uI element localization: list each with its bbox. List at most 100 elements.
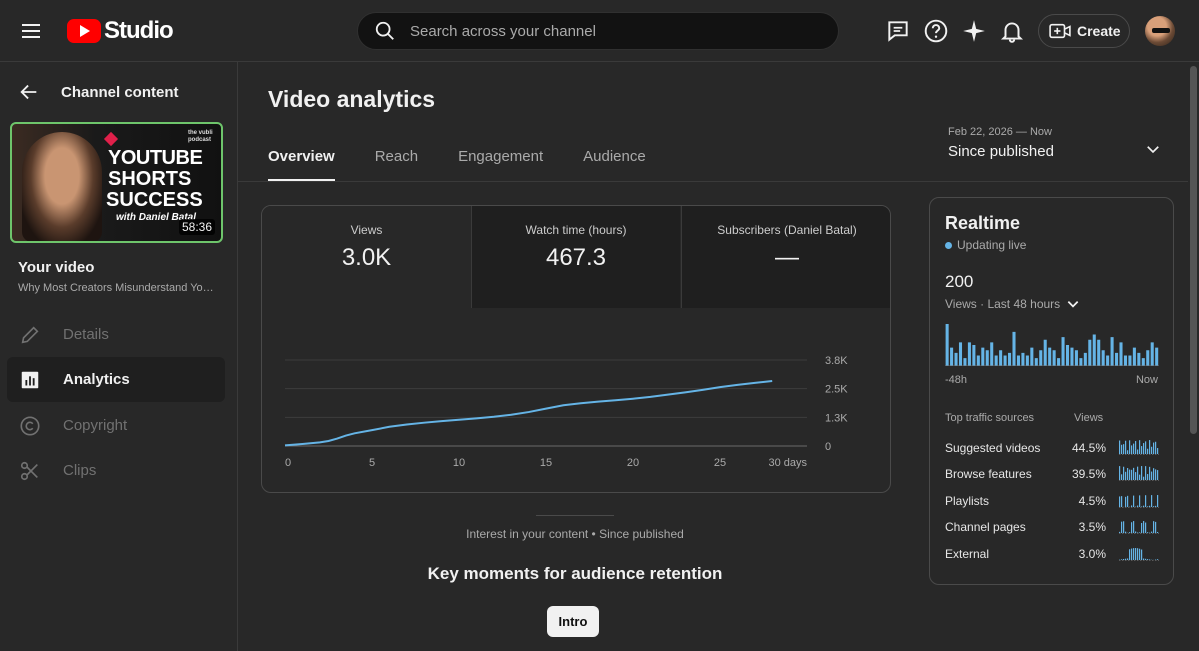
sparkline-bar [1123, 466, 1125, 480]
sparkline-bar [1141, 522, 1143, 533]
main-content: Video analytics Overview Reach Engagemen… [238, 62, 1188, 651]
sparkline-bar [1157, 448, 1159, 454]
create-button[interactable]: Create [1038, 14, 1130, 48]
traffic-source-name: Playlists [945, 494, 990, 508]
chevron-down-icon [1147, 146, 1159, 154]
sparkline-bar [1153, 442, 1155, 454]
realtime-axis-end: Now [1135, 374, 1158, 386]
traffic-sparkline [1119, 548, 1159, 561]
sidebar-item-clips[interactable]: Clips [7, 448, 225, 493]
sparkline-bar [1141, 549, 1143, 560]
sparkline-bar [1121, 444, 1123, 454]
y-tick-label: 2.5K [825, 384, 848, 396]
sparkline-bar [1141, 506, 1143, 507]
realtime-bar-chart [945, 324, 1159, 366]
search-bar[interactable] [357, 12, 839, 50]
date-range-text: Feb 22, 2026 — Now [948, 126, 1052, 138]
traffic-source-row[interactable]: Suggested videos 44.5% [945, 437, 1159, 459]
sidebar-item-analytics[interactable]: Analytics [7, 357, 225, 402]
tab-reach[interactable]: Reach [375, 148, 418, 181]
realtime-bar [1115, 352, 1119, 366]
realtime-bar [1048, 347, 1052, 366]
sparkline-bar [1145, 495, 1147, 507]
sparkline-bar [1157, 559, 1159, 560]
sidebar-item-details[interactable]: Details [7, 312, 225, 357]
sparkline-bar [1147, 448, 1149, 454]
realtime-bar [1110, 337, 1114, 366]
metric-value: 3.0K [341, 244, 392, 271]
tab-audience[interactable]: Audience [583, 148, 646, 181]
video-thumbnail[interactable]: the vubli podcast YOUTUBE SHORTS SUCCESS… [10, 122, 223, 243]
x-tick-label: 20 [627, 457, 639, 469]
sparkline-bar [1151, 471, 1153, 480]
realtime-status: Updating live [945, 238, 1026, 252]
sparkle-icon[interactable] [961, 18, 987, 44]
menu-icon[interactable] [19, 19, 43, 43]
sidebar-item-copyright[interactable]: Copyright [7, 403, 225, 448]
date-range-picker[interactable]: Feb 22, 2026 — Now Since published [948, 126, 1170, 170]
metric-views[interactable]: Views 3.0K [262, 206, 471, 308]
interest-divider [536, 515, 614, 516]
metric-watch-time[interactable]: Watch time (hours) 467.3 [471, 206, 680, 308]
back-to-channel-content[interactable]: Channel content [0, 74, 238, 110]
sparkline-bar [1145, 558, 1147, 560]
y-tick-label: 1.3K [825, 412, 848, 424]
analytics-tabs: Overview Reach Engagement Audience [268, 148, 686, 181]
realtime-bar [950, 347, 954, 366]
traffic-source-row[interactable]: External 3.0% [945, 543, 1159, 565]
studio-logo[interactable]: Studio [67, 16, 174, 46]
sparkline-bar [1147, 559, 1149, 560]
scissors-icon [20, 461, 38, 480]
help-icon[interactable] [923, 18, 949, 44]
sparkline-bar [1143, 443, 1145, 454]
video-duration: 58:36 [178, 219, 215, 235]
sparkline-bar [1123, 444, 1125, 454]
sparkline-bar [1127, 450, 1129, 454]
realtime-bar [972, 345, 976, 366]
avatar[interactable] [1145, 16, 1175, 46]
traffic-source-percent: 3.0% [1078, 547, 1106, 561]
realtime-bar [1030, 347, 1034, 366]
traffic-source-row[interactable]: Browse features 39.5% [945, 463, 1159, 485]
sparkline-bar [1147, 506, 1149, 507]
realtime-bar [994, 355, 998, 366]
realtime-bar [1123, 355, 1127, 366]
tab-overview[interactable]: Overview [268, 148, 335, 181]
sparkline-bar [1133, 443, 1135, 454]
realtime-bar [1083, 352, 1087, 366]
realtime-bar [1061, 337, 1065, 366]
traffic-source-row[interactable]: Channel pages 3.5% [945, 516, 1159, 538]
traffic-source-percent: 39.5% [1071, 467, 1106, 481]
tab-engagement[interactable]: Engagement [458, 148, 543, 181]
sparkline-bar [1151, 531, 1153, 533]
traffic-source-name: Channel pages [945, 520, 1026, 534]
back-arrow-icon [20, 84, 37, 100]
sparkline-bar [1149, 505, 1151, 507]
realtime-bar [1119, 342, 1123, 366]
live-dot-icon [945, 241, 952, 249]
scrollbar-thumb[interactable] [1190, 66, 1197, 434]
page-scrollbar[interactable] [1188, 62, 1199, 651]
y-tick-label: 0 [825, 441, 831, 453]
thumbnail-face [22, 132, 102, 241]
search-input[interactable] [410, 22, 810, 40]
thumbnail-line3: SUCCESS [106, 189, 203, 211]
realtime-bar [1079, 358, 1083, 366]
thumbnail-line1: YOUTUBE [108, 147, 203, 169]
realtime-bar [1155, 347, 1159, 366]
realtime-period-selector[interactable]: Views · Last 48 hours [945, 297, 1080, 311]
realtime-bar [1052, 350, 1056, 366]
intro-chip[interactable]: Intro [547, 606, 599, 637]
thumbnail-line2: SHORTS [108, 168, 192, 190]
traffic-views-header: Views [1074, 412, 1104, 424]
metric-subscribers[interactable]: Subscribers (Daniel Batal) — [681, 206, 890, 308]
feedback-icon[interactable] [885, 18, 911, 44]
realtime-bar [954, 352, 958, 366]
sparkline-bar [1133, 521, 1135, 533]
traffic-source-row[interactable]: Playlists 4.5% [945, 490, 1159, 512]
x-tick-label: 15 [540, 457, 552, 469]
notifications-icon[interactable] [999, 18, 1025, 44]
realtime-bar [1012, 331, 1016, 366]
realtime-bar [1070, 347, 1074, 366]
metric-value: — [775, 244, 799, 271]
